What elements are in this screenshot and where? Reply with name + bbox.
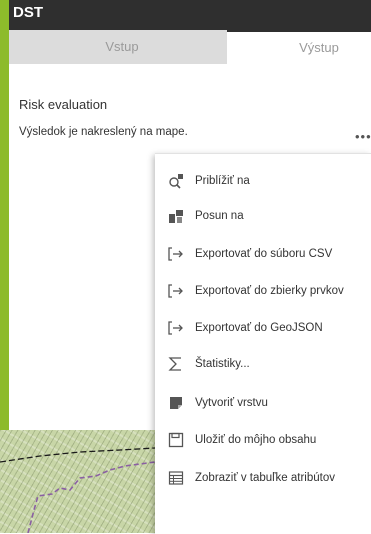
menu-item-show-in-attribute-table[interactable]: Zobraziť v tabuľke atribútov bbox=[155, 463, 371, 493]
menu-item-statistics[interactable]: Štatistiky... bbox=[155, 349, 371, 379]
menu-item-pan-to[interactable]: Posun na bbox=[155, 201, 371, 231]
accent-bar bbox=[0, 0, 9, 452]
menu-item-label: Posun na bbox=[195, 210, 244, 222]
layer-icon bbox=[167, 394, 185, 412]
more-options-icon[interactable]: ••• bbox=[355, 130, 371, 143]
menu-item-label: Uložiť do môjho obsahu bbox=[195, 434, 317, 446]
menu-item-zoom-to[interactable]: Priblížiť na bbox=[155, 166, 371, 196]
menu-item-label: Priblížiť na bbox=[195, 175, 250, 187]
tab-bar: Vstup Výstup bbox=[9, 30, 371, 64]
menu-item-label: Štatistiky... bbox=[195, 358, 250, 370]
export-icon bbox=[167, 282, 185, 300]
sigma-icon bbox=[167, 355, 185, 373]
menu-item-create-layer[interactable]: Vytvoriť vrstvu bbox=[155, 388, 371, 418]
menu-item-label: Vytvoriť vrstvu bbox=[195, 397, 268, 409]
app-title: DST bbox=[13, 4, 43, 21]
context-menu: Priblížiť na Posun na Exportovať do súbo… bbox=[155, 153, 371, 534]
menu-item-export-csv[interactable]: Exportovať do súboru CSV bbox=[155, 239, 371, 269]
section-title: Risk evaluation bbox=[19, 97, 108, 112]
tab-output[interactable]: Výstup bbox=[227, 30, 371, 64]
menu-item-export-feature-collection[interactable]: Exportovať do zbierky prvkov bbox=[155, 276, 371, 306]
menu-item-export-geojson[interactable]: Exportovať do GeoJSON bbox=[155, 313, 371, 343]
map-view[interactable] bbox=[0, 430, 155, 533]
menu-item-label: Zobraziť v tabuľke atribútov bbox=[195, 472, 335, 484]
menu-item-label: Exportovať do GeoJSON bbox=[195, 322, 323, 334]
tab-input[interactable]: Vstup bbox=[9, 30, 227, 64]
app-titlebar: DST bbox=[0, 0, 371, 30]
map-boundary-lines bbox=[0, 447, 155, 533]
export-icon bbox=[167, 245, 185, 263]
menu-item-label: Exportovať do súboru CSV bbox=[195, 248, 333, 260]
menu-item-save-to-my-content[interactable]: Uložiť do môjho obsahu bbox=[155, 425, 371, 455]
result-message: Výsledok je nakreslený na mape. bbox=[19, 126, 188, 138]
pan-to-icon bbox=[167, 207, 185, 225]
zoom-to-icon bbox=[167, 172, 185, 190]
menu-item-label: Exportovať do zbierky prvkov bbox=[195, 285, 344, 297]
save-icon bbox=[167, 431, 185, 449]
table-icon bbox=[167, 469, 185, 487]
export-icon bbox=[167, 319, 185, 337]
